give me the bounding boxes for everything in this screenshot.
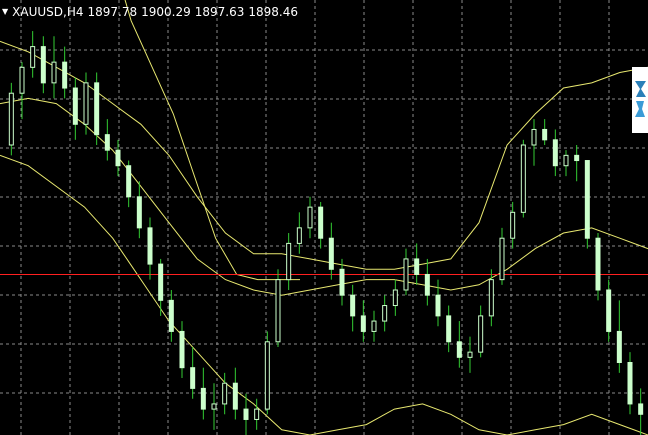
candle-body: [552, 139, 558, 167]
candlestick-series: [8, 31, 644, 435]
candle-body: [296, 227, 302, 244]
candle-body: [307, 206, 313, 229]
badge-shape-top: [635, 81, 646, 97]
candle-body: [574, 154, 580, 162]
candle-body: [595, 237, 601, 291]
candle-body: [83, 82, 89, 125]
candle-body: [62, 61, 68, 89]
candle-body: [638, 403, 644, 415]
candle-body: [19, 66, 25, 94]
candle-body: [542, 128, 548, 141]
bollinger-bands: [0, 0, 648, 435]
candle-body: [94, 82, 100, 136]
candle-body: [584, 160, 590, 239]
candle-body: [200, 387, 206, 410]
candle-body: [627, 362, 633, 405]
candle-body: [435, 294, 441, 317]
candle-body: [456, 341, 462, 358]
candle-body: [339, 268, 345, 296]
candle-body: [51, 61, 57, 84]
candle-body: [8, 92, 14, 146]
candle-body: [350, 294, 356, 317]
candle-body: [446, 315, 452, 343]
candle-body: [478, 315, 484, 353]
candle-body: [211, 403, 217, 410]
candle-body: [40, 46, 46, 84]
candle-body: [510, 211, 516, 239]
candle-body: [382, 305, 388, 322]
candle-body: [424, 273, 430, 296]
candle-body: [606, 289, 612, 332]
candle-body: [286, 242, 292, 281]
badge-shape-bottom: [635, 101, 645, 117]
candle-body: [328, 237, 334, 270]
candle-body: [136, 196, 142, 229]
low-price: 1897.63: [194, 5, 245, 19]
open-price: 1897.78: [87, 5, 138, 19]
candle-body: [104, 134, 110, 151]
candle-body: [520, 144, 526, 213]
candle-body: [168, 299, 174, 332]
chevron-down-icon[interactable]: ▼: [2, 4, 8, 20]
candle-body: [115, 149, 121, 167]
candle-body: [179, 330, 185, 369]
upper-band-prior-line: [124, 0, 300, 281]
symbol-header: ▼ XAUUSD,H4 1897.78 1900.29 1897.63 1898…: [2, 4, 298, 20]
close-price: 1898.46: [248, 5, 298, 19]
candle-body: [126, 165, 132, 198]
candle-body: [190, 367, 196, 389]
candle-body: [318, 206, 324, 239]
candle-body: [264, 341, 270, 410]
chart-window[interactable]: ▼ XAUUSD,H4 1897.78 1900.29 1897.63 1898…: [0, 0, 648, 435]
candle-body: [243, 408, 249, 420]
candle-body: [72, 87, 78, 125]
candle-body: [616, 330, 622, 363]
chart-grid: [0, 0, 648, 435]
metatrader-logo-icon[interactable]: [632, 67, 648, 133]
candle-body: [158, 263, 164, 301]
candle-body: [147, 227, 153, 265]
candle-body: [414, 258, 420, 275]
high-price: 1900.29: [141, 5, 191, 19]
candle-body: [531, 128, 537, 146]
candle-body: [222, 382, 228, 405]
candle-body: [254, 408, 260, 420]
symbol-timeframe-label: XAUUSD,H4: [12, 5, 84, 19]
candle-body: [563, 154, 569, 167]
candle-body: [371, 320, 377, 332]
candle-body: [392, 289, 398, 307]
upper-band-line: [0, 40, 648, 270]
price-chart[interactable]: [0, 0, 648, 435]
candle-body: [467, 351, 473, 358]
candle-body: [403, 258, 409, 291]
candle-body: [499, 237, 505, 281]
candle-body: [360, 315, 366, 332]
candle-body: [275, 279, 281, 343]
candle-body: [30, 46, 36, 68]
candle-body: [232, 382, 238, 410]
candle-body: [488, 279, 494, 317]
